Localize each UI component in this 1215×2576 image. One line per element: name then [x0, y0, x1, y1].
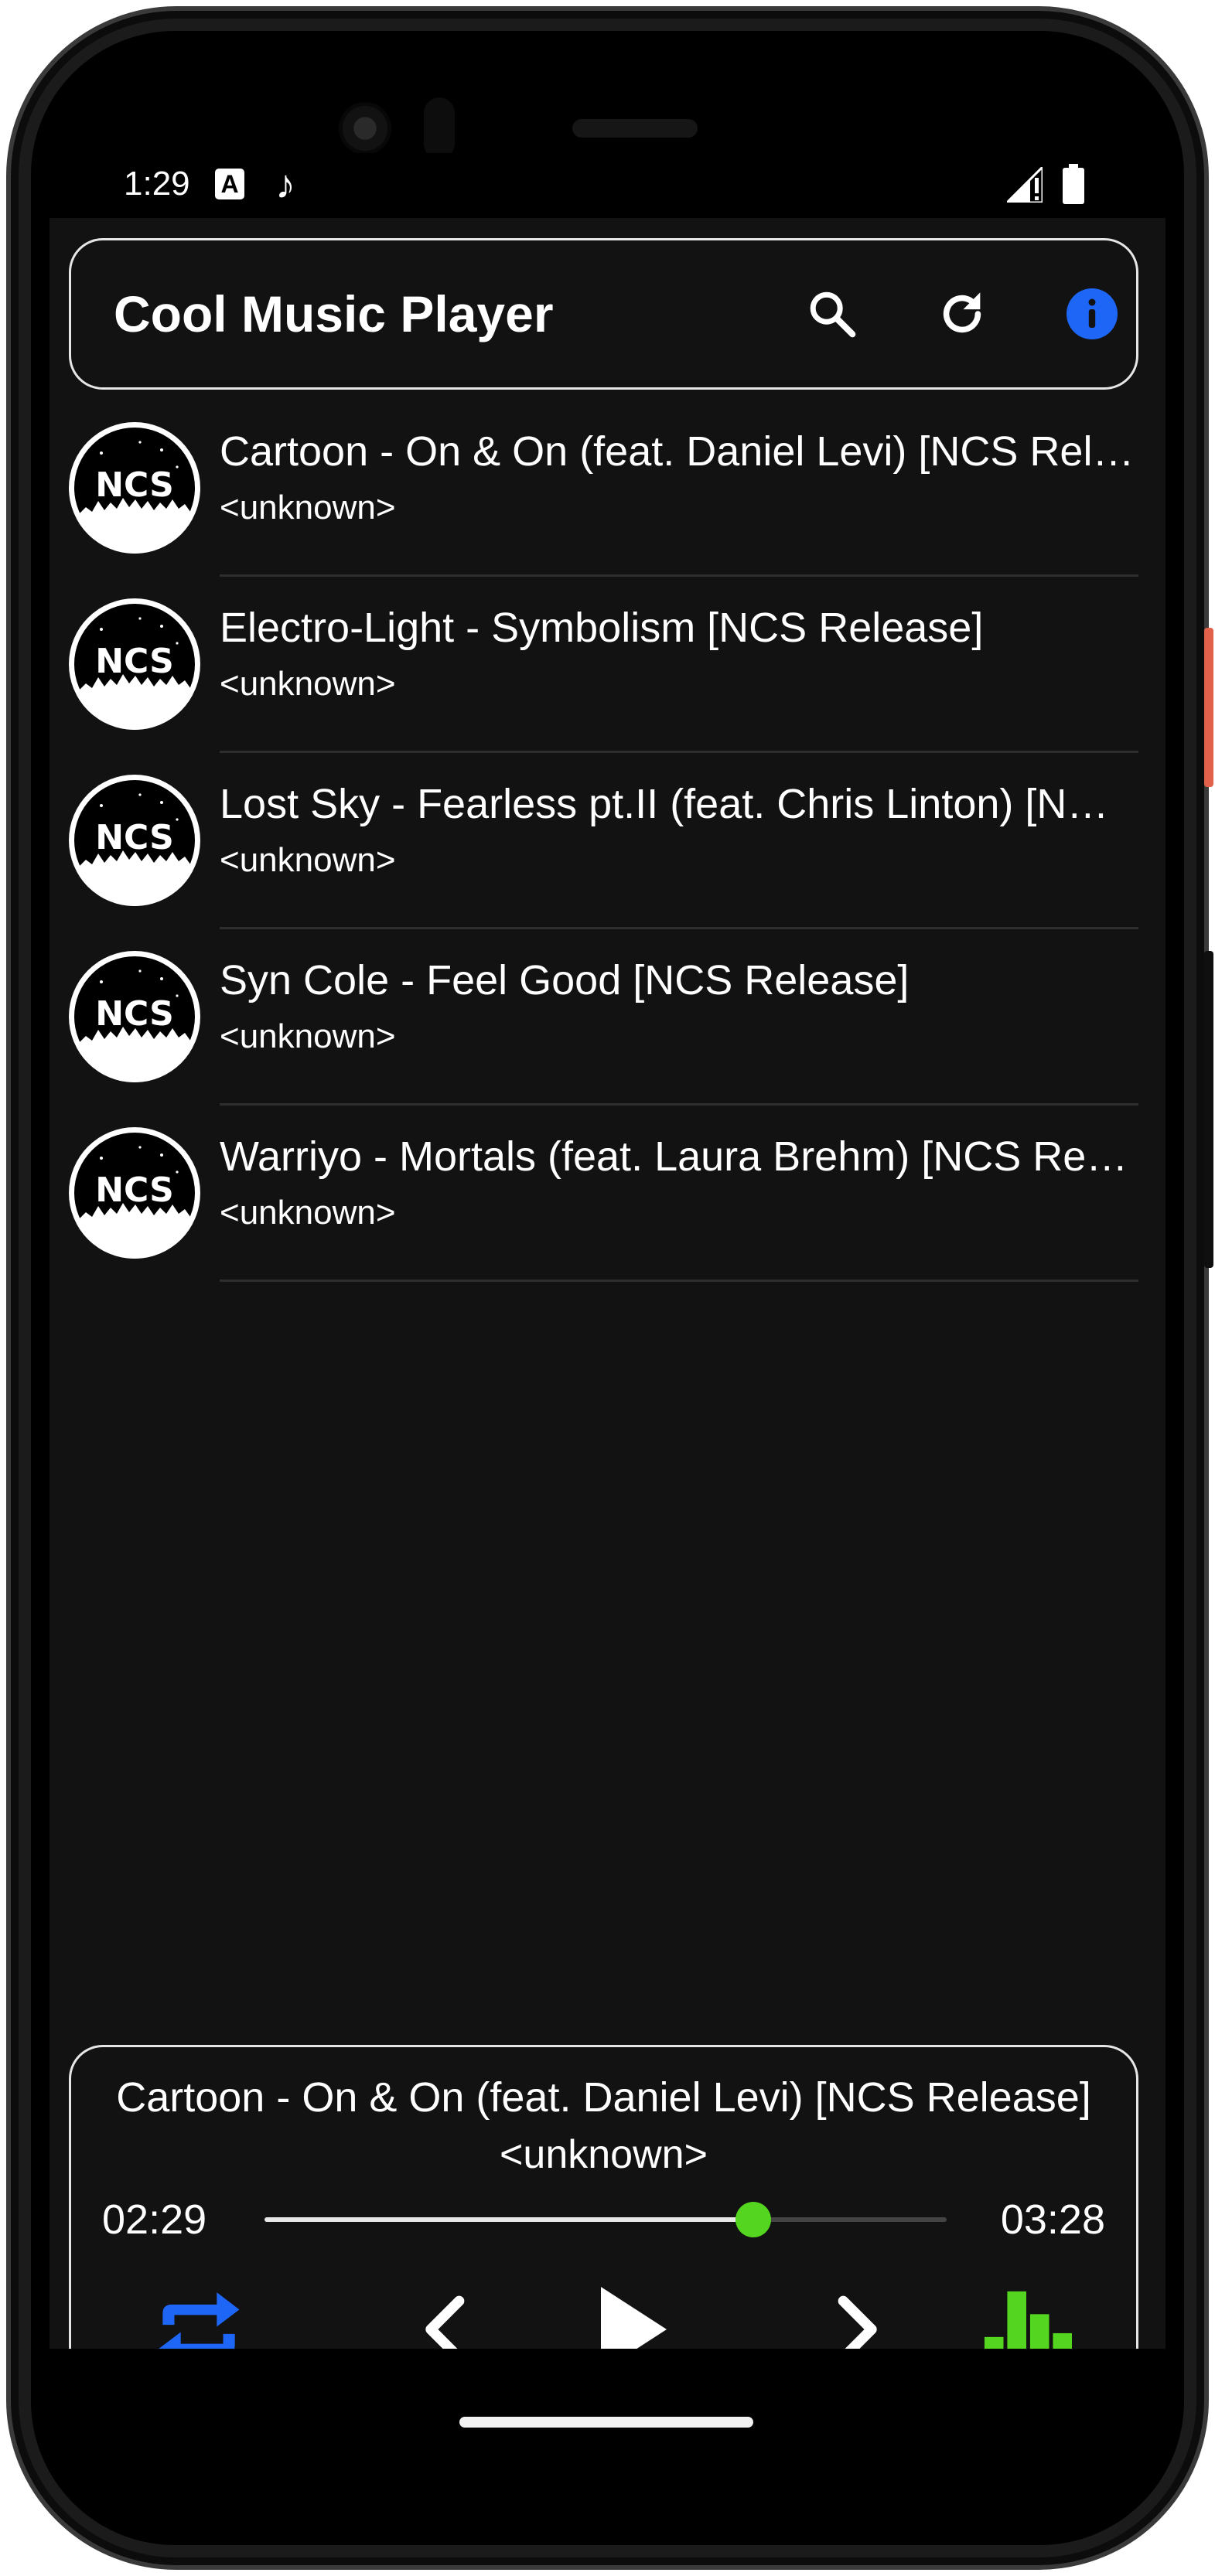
- app-title: Cool Music Player: [114, 285, 554, 342]
- song-row[interactable]: NCS Lost Sky - Fearless pt.II (feat. Chr…: [49, 753, 1166, 929]
- ncs-logo-icon: NCS: [74, 956, 195, 1082]
- song-artist: <unknown>: [220, 1194, 396, 1232]
- battery-icon: [1063, 164, 1084, 204]
- song-artist: <unknown>: [220, 1017, 396, 1055]
- a-notification-icon: A: [215, 169, 244, 199]
- ncs-logo-icon: NCS: [74, 780, 195, 906]
- elapsed-time: 02:29: [102, 2196, 207, 2243]
- volume-button: [1204, 951, 1213, 1268]
- album-art: NCS: [69, 951, 200, 1082]
- song-artist: <unknown>: [220, 489, 396, 526]
- search-icon: [810, 291, 856, 338]
- now-playing-title: Cartoon - On & On (feat. Daniel Levi) [N…: [116, 2074, 1091, 2121]
- svg-text:NCS: NCS: [95, 1170, 174, 1210]
- app-bar: Cool Music Player: [69, 238, 1138, 390]
- front-camera: [339, 102, 391, 155]
- svg-text:NCS: NCS: [95, 818, 174, 857]
- album-art: NCS: [69, 1127, 200, 1259]
- seek-bar-progress: [265, 2217, 753, 2222]
- svg-text:NCS: NCS: [95, 642, 174, 681]
- seek-bar[interactable]: [265, 2202, 947, 2237]
- refresh-button[interactable]: [931, 283, 993, 345]
- song-row[interactable]: NCS Cartoon - On & On (feat. Daniel Levi…: [49, 400, 1166, 577]
- gesture-navigation-bar: [49, 2349, 1166, 2472]
- search-button[interactable]: [801, 283, 863, 345]
- song-row[interactable]: NCS Syn Cole - Feel Good [NCS Release] <…: [49, 929, 1166, 1106]
- song-row[interactable]: NCS Electro-Light - Symbolism [NCS Relea…: [49, 577, 1166, 753]
- list-divider: [220, 1279, 1138, 1282]
- song-title: Cartoon - On & On (feat. Daniel Levi) [N…: [220, 428, 1136, 475]
- home-indicator[interactable]: [459, 2417, 753, 2428]
- ncs-logo-icon: NCS: [74, 1133, 195, 1259]
- ncs-logo-icon: NCS: [74, 428, 195, 554]
- album-art: NCS: [69, 422, 200, 554]
- signal-icon: [1007, 167, 1043, 203]
- info-icon: [1067, 288, 1118, 339]
- total-time: 03:28: [1000, 2196, 1105, 2243]
- song-title: Syn Cole - Feel Good [NCS Release]: [220, 957, 910, 1003]
- refresh-icon: [943, 292, 981, 333]
- album-art: NCS: [69, 775, 200, 906]
- ncs-logo-icon: NCS: [74, 604, 195, 730]
- song-row[interactable]: NCS Warriyo - Mortals (feat. Laura Brehm…: [49, 1106, 1166, 1282]
- seek-bar-thumb[interactable]: [735, 2202, 771, 2237]
- song-title: Electro-Light - Symbolism [NCS Release]: [220, 605, 984, 651]
- status-time: 1:29: [124, 165, 190, 203]
- song-title: Lost Sky - Fearless pt.II (feat. Chris L…: [220, 781, 1136, 827]
- svg-text:NCS: NCS: [95, 994, 174, 1034]
- music-note-icon: ♪: [275, 162, 295, 207]
- song-artist: <unknown>: [220, 841, 396, 879]
- earpiece-speaker: [572, 119, 698, 138]
- app-screen: 1:29 A ♪ Cool Music Player NCS Cartoon -…: [49, 153, 1166, 2472]
- song-artist: <unknown>: [220, 665, 396, 703]
- now-playing-artist: <unknown>: [500, 2132, 708, 2177]
- album-art: NCS: [69, 598, 200, 730]
- status-bar: 1:29 A ♪: [49, 153, 1166, 218]
- power-button: [1204, 628, 1213, 787]
- song-list: NCS Cartoon - On & On (feat. Daniel Levi…: [49, 400, 1166, 1282]
- proximity-sensor: [424, 97, 455, 159]
- song-title: Warriyo - Mortals (feat. Laura Brehm) [N…: [220, 1133, 1136, 1180]
- svg-text:NCS: NCS: [95, 465, 174, 505]
- info-button[interactable]: [1061, 283, 1123, 345]
